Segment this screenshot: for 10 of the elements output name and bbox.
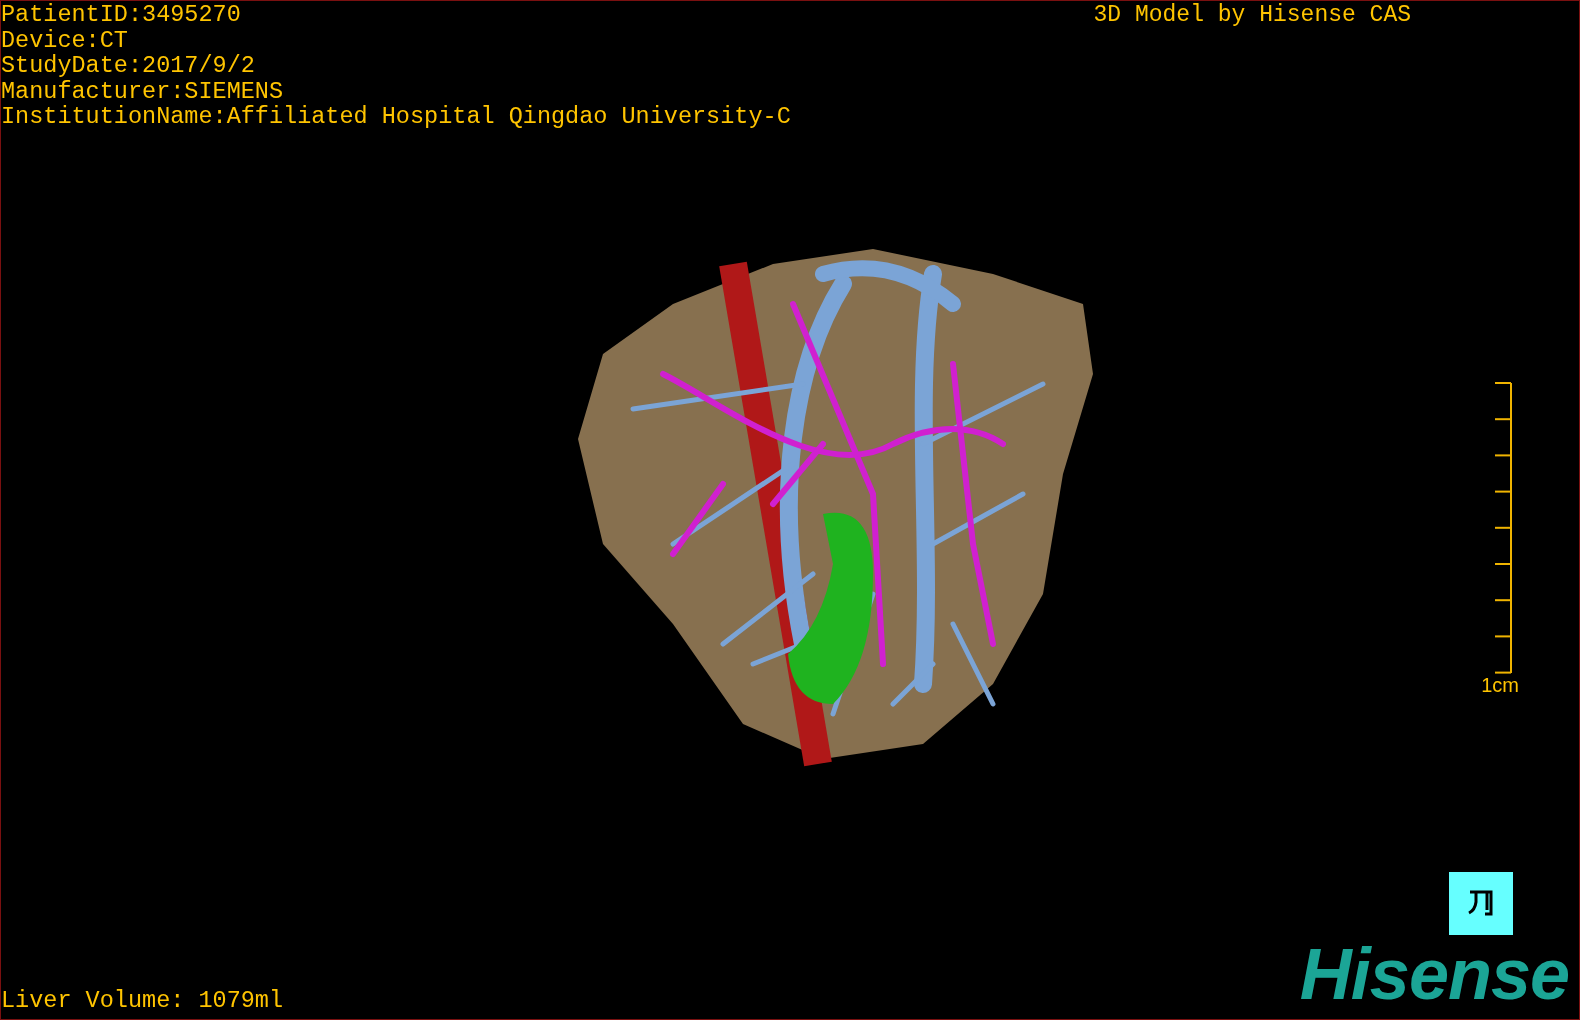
info-text: Manufacturer:SIEMENS xyxy=(1,78,285,104)
info-text: InstitutionName:Affiliated Hospital Qingdao University-C xyxy=(1,104,791,130)
info-text: Device:CT xyxy=(1,27,129,53)
liver-volume-text: Liver Volume: 1079ml xyxy=(1,987,284,1015)
scale-label: 1cm xyxy=(1481,673,1519,696)
info-text: StudyDate:2017/9/2 xyxy=(1,53,256,79)
model-title: 3D Model by Hisense CAS xyxy=(1093,1,1411,30)
rotate-button[interactable] xyxy=(1449,871,1513,935)
brand-logo: Hisense xyxy=(1299,939,1570,1009)
info-text: PatientID:3495270 xyxy=(1,2,242,28)
